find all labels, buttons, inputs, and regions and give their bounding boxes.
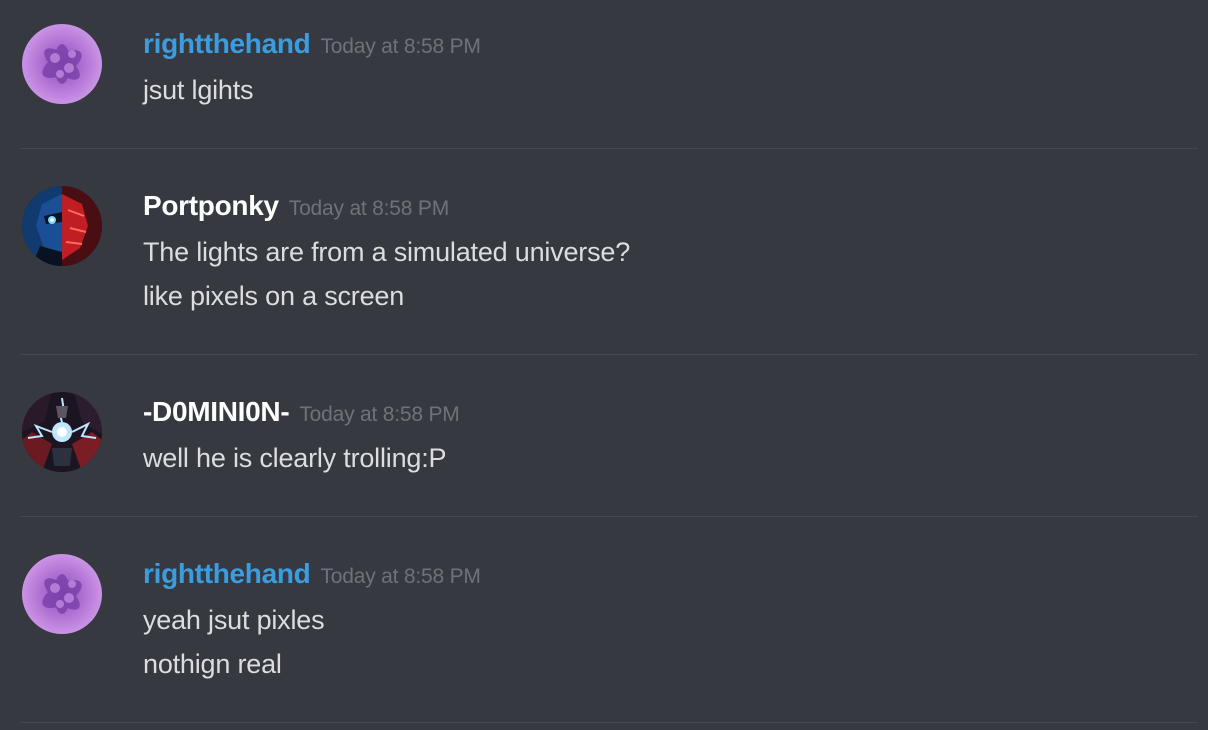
- timestamp: Today at 8:58 PM: [320, 35, 481, 58]
- chat-messages: rightthehand Today at 8:58 PM jsut lgihts…: [0, 0, 1208, 730]
- message-text: like pixels on a screen: [143, 281, 405, 311]
- divider: [20, 354, 1198, 355]
- message-text: yeah jsut pixles: [143, 605, 325, 635]
- purple-flower-avatar-icon: [22, 554, 102, 634]
- username[interactable]: rightthehand: [143, 28, 311, 59]
- timestamp: Today at 8:58 PM: [299, 403, 460, 426]
- message-header: rightthehand Today at 8:58 PM: [143, 27, 481, 61]
- username[interactable]: rightthehand: [143, 558, 311, 589]
- avatar[interactable]: [22, 554, 102, 634]
- divider: [20, 722, 1198, 723]
- username[interactable]: -D0MINI0N-: [143, 396, 290, 427]
- timestamp: Today at 8:58 PM: [320, 565, 481, 588]
- message-text: The lights are from a simulated universe…: [143, 237, 631, 267]
- username[interactable]: Portponky: [143, 190, 279, 221]
- message-text: well he is clearly trolling:P: [143, 443, 447, 473]
- message-header: -D0MINI0N- Today at 8:58 PM: [143, 395, 460, 429]
- message-text: nothign real: [143, 649, 282, 679]
- purple-flower-avatar-icon: [22, 24, 102, 104]
- message-header: Portponky Today at 8:58 PM: [143, 189, 449, 223]
- blue-red-face-avatar-icon: [22, 186, 102, 266]
- avatar[interactable]: [22, 392, 102, 472]
- avatar[interactable]: [22, 24, 102, 104]
- avatar[interactable]: [22, 186, 102, 266]
- lightning-hero-avatar-icon: [22, 392, 102, 472]
- timestamp: Today at 8:58 PM: [288, 197, 449, 220]
- divider: [20, 148, 1198, 149]
- divider: [20, 516, 1198, 517]
- message-header: rightthehand Today at 8:58 PM: [143, 557, 481, 591]
- message-text: jsut lgihts: [143, 75, 254, 105]
